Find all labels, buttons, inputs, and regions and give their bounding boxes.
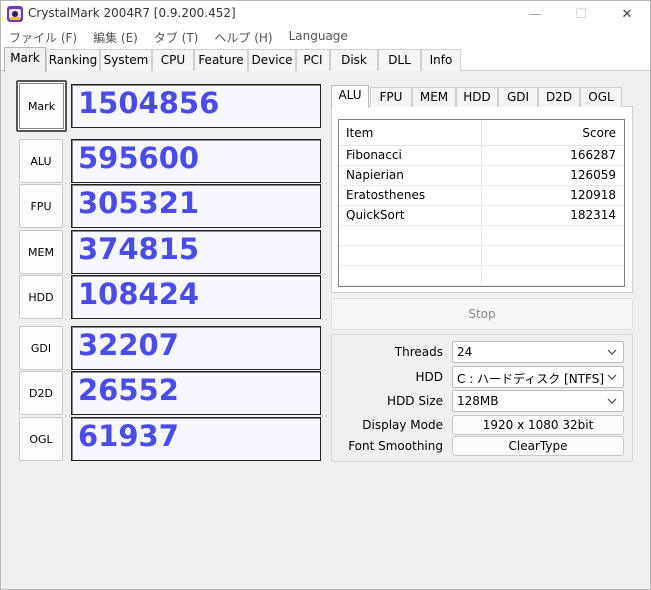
list-item[interactable]: QuickSort 182314 — [339, 206, 624, 226]
menu-tab[interactable]: タブ (T) — [146, 27, 207, 47]
gdi-score-box: 32207 — [71, 326, 321, 370]
empty-list-row — [339, 246, 624, 266]
tab-mark[interactable]: Mark — [4, 47, 46, 72]
column-header-score[interactable]: Score — [582, 126, 616, 140]
chevron-down-icon — [607, 349, 617, 355]
hdd-label: HDD — [415, 370, 443, 384]
close-icon: ✕ — [621, 6, 633, 22]
sub-tab-bar: ALU FPU MEM HDD GDI D2D OGL — [331, 85, 636, 108]
d2d-button[interactable]: D2D — [19, 371, 63, 415]
gdi-score-value: 32207 — [78, 328, 179, 362]
subtab-mem[interactable]: MEM — [412, 87, 456, 107]
list-item[interactable]: Eratosthenes 120918 — [339, 186, 624, 206]
tab-cpu[interactable]: CPU — [152, 49, 194, 71]
list-item-name: QuickSort — [346, 208, 405, 222]
ogl-score-value: 61937 — [78, 419, 179, 453]
window-title: CrystalMark 2004R7 [0.9.200.452] — [28, 6, 236, 20]
stop-button[interactable]: Stop — [331, 298, 633, 330]
menu-help[interactable]: ヘルプ (H) — [206, 27, 280, 47]
menu-bar: ファイル (F) 編集 (E) タブ (T) ヘルプ (H) Language — [1, 27, 650, 47]
mem-score-box: 374815 — [71, 230, 321, 274]
list-item-name: Fibonacci — [346, 148, 402, 162]
tab-disk[interactable]: Disk — [330, 49, 378, 71]
list-item-name: Napierian — [346, 168, 404, 182]
d2d-score-box: 26552 — [71, 371, 321, 415]
hdd-score-box: 108424 — [71, 275, 321, 319]
hdd-button[interactable]: HDD — [19, 275, 63, 319]
hdd-select[interactable]: C : ハードディスク [NTFS] — [452, 366, 624, 388]
list-item-score: 182314 — [570, 208, 616, 222]
tab-info[interactable]: Info — [421, 49, 461, 71]
hdd-size-label: HDD Size — [387, 394, 443, 408]
subtab-gdi[interactable]: GDI — [498, 87, 538, 107]
mark-score-value: 1504856 — [78, 86, 220, 120]
threads-label: Threads — [394, 345, 443, 359]
hdd-size-select[interactable]: 128MB — [452, 390, 624, 412]
subtab-hdd[interactable]: HDD — [456, 87, 498, 107]
close-button[interactable]: ✕ — [604, 1, 650, 27]
alu-button[interactable]: ALU — [19, 139, 63, 183]
subtab-d2d[interactable]: D2D — [538, 87, 580, 107]
tab-dll[interactable]: DLL — [378, 49, 421, 71]
list-item-name: Eratosthenes — [346, 188, 426, 202]
ogl-button[interactable]: OGL — [19, 417, 63, 461]
mark-score-box: 1504856 — [71, 84, 321, 128]
list-item[interactable]: Fibonacci 166287 — [339, 146, 624, 166]
minimize-button[interactable]: — — [512, 1, 558, 27]
threads-value: 24 — [457, 345, 473, 359]
list-item[interactable]: Napierian 126059 — [339, 166, 624, 186]
d2d-score-value: 26552 — [78, 373, 179, 407]
mem-button[interactable]: MEM — [19, 230, 63, 274]
font-smoothing-button[interactable]: ClearType — [452, 436, 624, 456]
list-item-score: 120918 — [570, 188, 616, 202]
empty-list-row — [339, 266, 624, 286]
menu-file[interactable]: ファイル (F) — [1, 27, 85, 47]
fpu-button[interactable]: FPU — [19, 184, 63, 228]
hdd-size-value: 128MB — [457, 394, 499, 408]
gdi-button[interactable]: GDI — [19, 326, 63, 370]
fpu-score-value: 305321 — [78, 186, 200, 220]
hdd-drive-value: C : ハードディスク [NTFS] — [457, 372, 605, 386]
chevron-down-icon — [607, 374, 617, 380]
subtab-alu[interactable]: ALU — [331, 85, 369, 108]
crystalmark-window: CrystalMark 2004R7 [0.9.200.452] — ☐ ✕ フ… — [0, 0, 651, 590]
tab-system[interactable]: System — [100, 49, 152, 71]
subtab-fpu[interactable]: FPU — [370, 87, 412, 107]
list-item-score: 166287 — [570, 148, 616, 162]
alu-score-value: 595600 — [78, 141, 200, 175]
chevron-down-icon — [607, 398, 617, 404]
list-header: Item Score — [339, 120, 624, 146]
menu-language[interactable]: Language — [281, 27, 356, 47]
main-tab-bar: Mark Ranking System CPU Feature Device P… — [1, 47, 650, 72]
display-mode-label: Display Mode — [362, 418, 443, 432]
crystalmark-app-icon[interactable] — [7, 6, 23, 22]
threads-select[interactable]: 24 — [452, 341, 624, 363]
fpu-score-box: 305321 — [71, 184, 321, 228]
column-header-item[interactable]: Item — [346, 126, 373, 140]
minimize-icon: — — [528, 6, 542, 22]
tab-device[interactable]: Device — [248, 49, 296, 71]
alu-score-box: 595600 — [71, 139, 321, 183]
empty-list-row — [339, 226, 624, 246]
tab-pci[interactable]: PCI — [296, 49, 330, 71]
menu-edit[interactable]: 編集 (E) — [85, 27, 146, 47]
mem-score-value: 374815 — [78, 232, 200, 266]
tab-ranking[interactable]: Ranking — [46, 49, 100, 71]
hdd-score-value: 108424 — [78, 277, 200, 311]
alu-results-list[interactable]: Item Score Fibonacci 166287 Napierian 12… — [338, 119, 625, 287]
ogl-score-box: 61937 — [71, 417, 321, 461]
title-bar: CrystalMark 2004R7 [0.9.200.452] — ☐ ✕ — [1, 1, 650, 27]
font-smoothing-label: Font Smoothing — [348, 439, 443, 453]
mark-button[interactable]: Mark — [16, 80, 67, 132]
tab-feature[interactable]: Feature — [194, 49, 248, 71]
maximize-button[interactable]: ☐ — [558, 1, 604, 27]
display-mode-button[interactable]: 1920 x 1080 32bit — [452, 415, 624, 435]
subtab-ogl[interactable]: OGL — [580, 87, 622, 107]
list-item-score: 126059 — [570, 168, 616, 182]
maximize-icon: ☐ — [575, 6, 587, 22]
